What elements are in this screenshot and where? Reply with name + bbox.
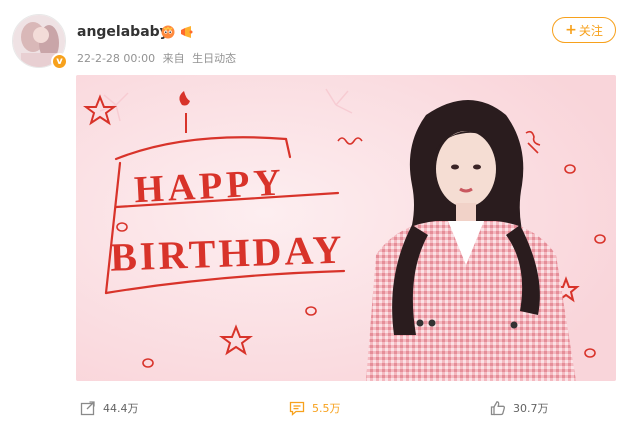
follow-label: 关注 (578, 23, 603, 38)
headline-line2: BIRTHDAY (109, 227, 345, 280)
post-meta: 22-2-28 00:00 来自 生日动态 (77, 50, 240, 66)
post-header: v angelababy 22-2-28 00:00 来自 生日动态 + 关注 (0, 0, 632, 72)
like-count: 30.7万 (513, 402, 549, 415)
post-time[interactable]: 22-2-28 00:00 (77, 52, 155, 65)
share-icon (80, 401, 95, 416)
source-prefix: 来自 (162, 52, 185, 65)
vip-crown-icon[interactable] (161, 25, 175, 39)
comment-button[interactable]: 5.5万 (289, 400, 341, 416)
repost-button[interactable]: 44.4万 (80, 400, 139, 416)
follow-button[interactable]: + 关注 (552, 17, 616, 43)
username[interactable]: angelababy (77, 24, 169, 40)
action-bar: 44.4万 5.5万 30.7万 (0, 392, 632, 432)
post-image[interactable]: HAPPY BIRTHDAY (76, 75, 616, 381)
plus-icon: + (565, 22, 577, 38)
verified-badge: v (51, 53, 68, 70)
badge-icons (161, 25, 193, 39)
post-source: 生日动态 (192, 52, 237, 65)
comment-icon (289, 401, 305, 416)
comment-count: 5.5万 (312, 402, 341, 415)
headline-line1: HAPPY (133, 161, 286, 211)
like-button[interactable]: 30.7万 (490, 400, 549, 416)
repost-count: 44.4万 (103, 402, 139, 415)
thumbs-up-icon (490, 401, 506, 416)
fan-badge-icon[interactable] (179, 25, 193, 39)
